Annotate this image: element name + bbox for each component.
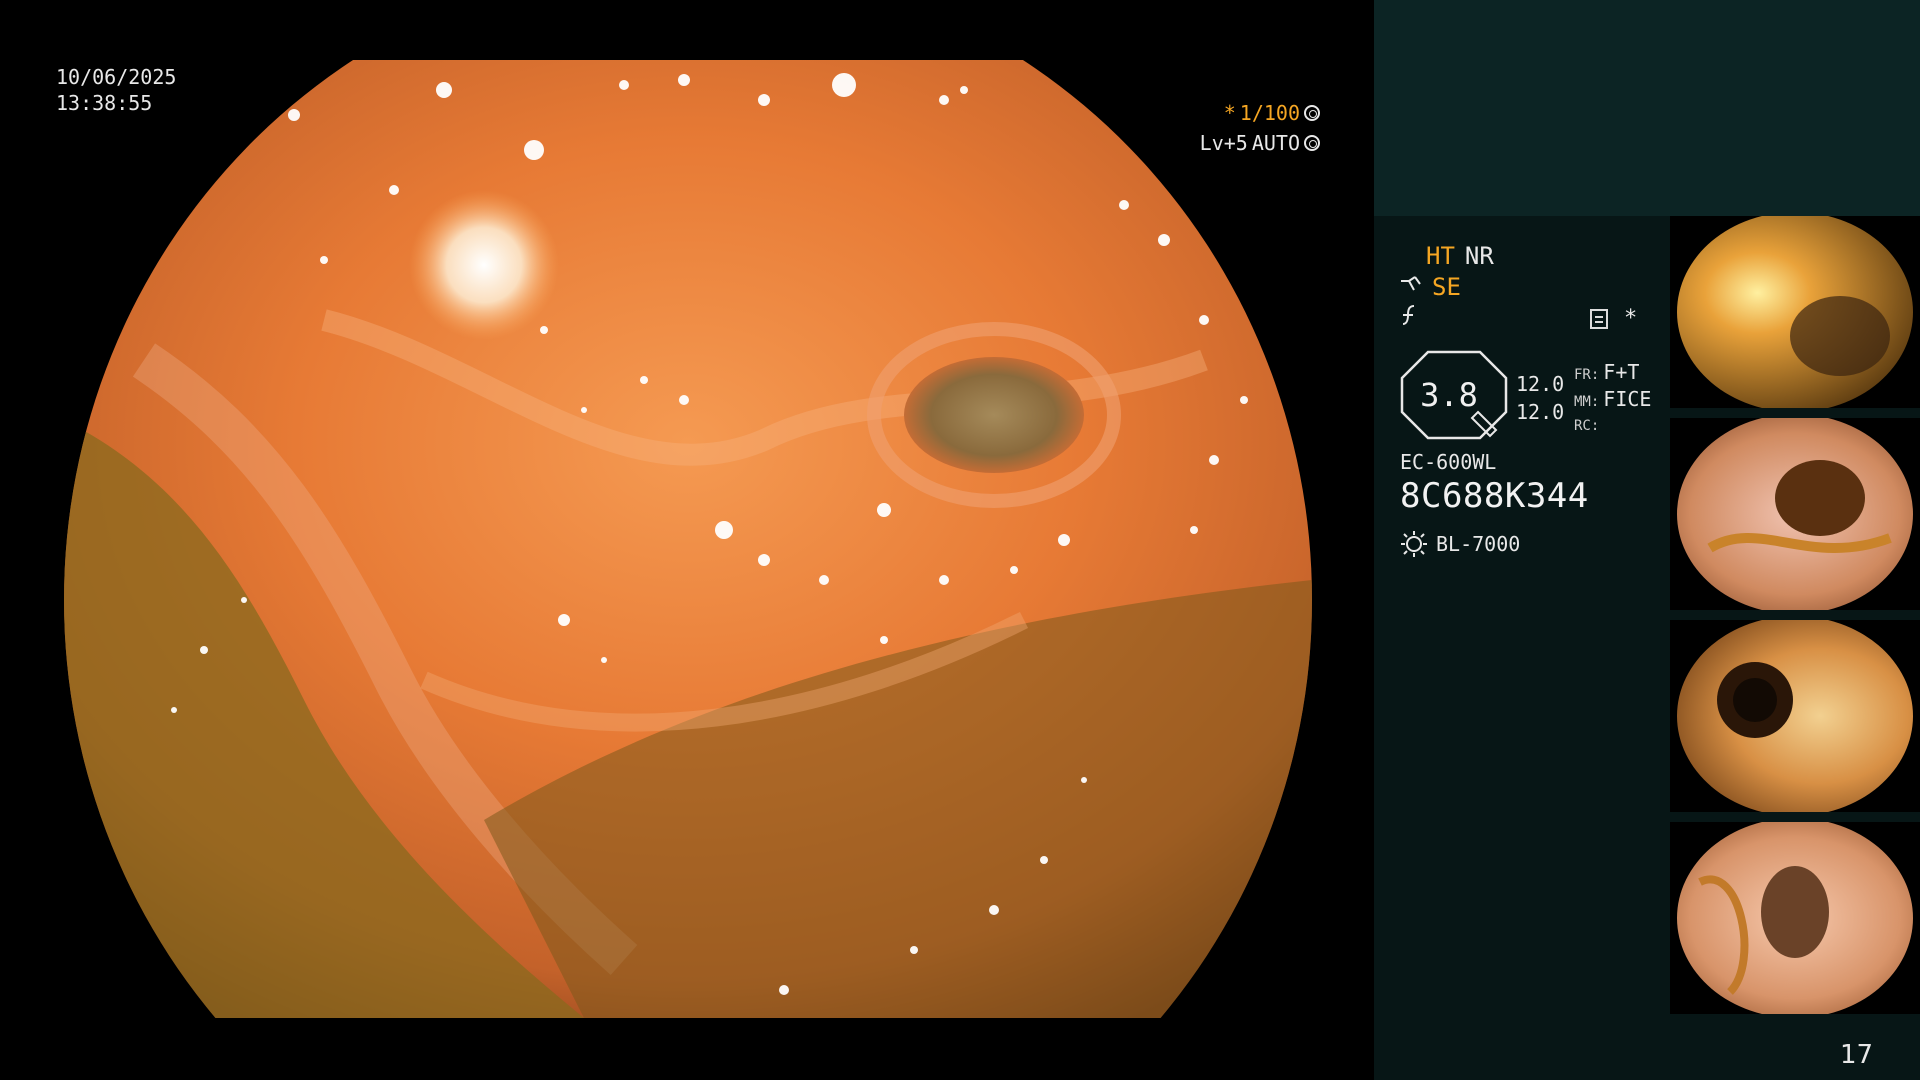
mode-indicators: HT NR SE bbox=[1400, 240, 1710, 333]
fr-label: FR: bbox=[1574, 367, 1600, 383]
gauge-top-value: 12.0 bbox=[1516, 372, 1565, 396]
date-time-readout: 10/06/2025 13:38:55 bbox=[56, 64, 176, 116]
thumbnail-strip bbox=[1670, 216, 1920, 1024]
status-icons: * bbox=[1590, 306, 1637, 331]
light-source-model: BL-7000 bbox=[1436, 532, 1521, 556]
endoscope-image bbox=[64, 60, 1312, 1018]
settings-info: HT NR SE * 3.8 12.0 12.0 FR: F+T MM: FIC… bbox=[1400, 240, 1710, 557]
mm-label: MM: bbox=[1574, 394, 1600, 410]
mode-se: SE bbox=[1432, 272, 1461, 301]
document-icon bbox=[1590, 308, 1608, 329]
shutter-speed: 1/100 bbox=[1239, 101, 1300, 125]
gauge-bottom-value: 12.0 bbox=[1516, 400, 1565, 424]
gauge-value: 3.8 bbox=[1420, 376, 1478, 414]
endoscope-view bbox=[64, 60, 1312, 1018]
star-icon: * bbox=[1624, 306, 1638, 331]
scope-serial: 8C688K344 bbox=[1400, 476, 1589, 516]
light-source: BL-7000 bbox=[1400, 530, 1520, 558]
panel-header-area bbox=[1374, 0, 1920, 216]
thumbnail[interactable] bbox=[1670, 620, 1920, 812]
date-text: 10/06/2025 bbox=[56, 65, 177, 89]
mm-value: FICE bbox=[1603, 387, 1652, 411]
auto-text: AUTO bbox=[1251, 131, 1300, 155]
page-number: 17 bbox=[1840, 1040, 1874, 1070]
rc-label: RC: bbox=[1574, 418, 1600, 434]
mode-ht: HT bbox=[1426, 241, 1455, 270]
light-source-icon bbox=[1401, 531, 1427, 557]
parameter-list: FR: F+T MM: FICE RC: bbox=[1574, 360, 1651, 438]
flash-icon bbox=[1400, 304, 1420, 332]
info-panel: HT NR SE * 3.8 12.0 12.0 FR: F+T MM: FIC… bbox=[1374, 0, 1920, 1080]
thumbnail[interactable] bbox=[1670, 418, 1920, 610]
mode-nr: NR bbox=[1464, 241, 1494, 270]
shutter-wheel-icon bbox=[1304, 105, 1320, 121]
time-text: 13:38:55 bbox=[56, 91, 153, 115]
scope-icon bbox=[1400, 274, 1422, 299]
level-text: Lv+5 bbox=[1199, 131, 1248, 155]
gauge-numbers: 12.0 12.0 bbox=[1516, 370, 1564, 426]
endoscopy-screen: 10/06/2025 13:38:55 * 1/100 Lv+5 AUTO HT … bbox=[0, 0, 1920, 1080]
gauge-block: 3.8 12.0 12.0 FR: F+T MM: FICE RC: bbox=[1400, 350, 1710, 450]
shutter-prefix: * bbox=[1223, 101, 1236, 125]
thumbnail[interactable] bbox=[1670, 216, 1920, 408]
scope-model: EC-600WL bbox=[1400, 450, 1497, 474]
thumbnail[interactable] bbox=[1670, 822, 1920, 1014]
fr-value: F+T bbox=[1603, 360, 1640, 384]
shutter-readout: * 1/100 Lv+5 AUTO bbox=[1190, 98, 1320, 158]
auto-gear-icon bbox=[1304, 135, 1320, 151]
